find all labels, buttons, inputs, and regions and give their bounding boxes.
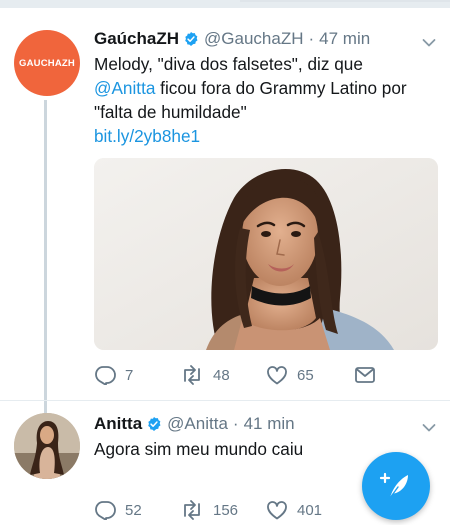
tweet-actions: 52 156 401 bbox=[94, 499, 322, 521]
reply-count: 7 bbox=[125, 366, 134, 384]
anitta-avatar-photo bbox=[14, 413, 80, 479]
meta-separator: · bbox=[232, 414, 239, 433]
tweet-timestamp[interactable]: 47 min bbox=[319, 29, 370, 49]
reply-icon bbox=[95, 501, 116, 520]
verified-badge-icon bbox=[148, 417, 161, 431]
retweet-icon bbox=[184, 365, 200, 385]
retweet-count: 48 bbox=[213, 366, 230, 384]
author-name[interactable]: GaúchaZH bbox=[94, 29, 179, 49]
like-icon bbox=[267, 366, 287, 385]
retweet-button[interactable]: 156 bbox=[180, 500, 266, 520]
direct-message-icon bbox=[355, 367, 375, 383]
author-handle[interactable]: @Anitta bbox=[167, 414, 228, 434]
like-icon bbox=[267, 501, 287, 520]
tweet-url-link[interactable]: bit.ly/2yb8he1 bbox=[94, 124, 439, 148]
compose-tweet-button[interactable] bbox=[362, 452, 430, 520]
author-handle[interactable]: @GauchaZH bbox=[204, 29, 303, 49]
anitta-avatar[interactable] bbox=[14, 413, 80, 479]
tweet-actions: 7 48 65 bbox=[94, 364, 376, 386]
gauchazh-avatar[interactable]: GAUCHAZH bbox=[14, 30, 80, 96]
tweet-text-line: Melody, "diva dos falsetes", diz que bbox=[94, 54, 363, 74]
like-count: 401 bbox=[297, 501, 323, 519]
retweet-count: 156 bbox=[213, 501, 239, 519]
reply-button[interactable]: 52 bbox=[94, 500, 180, 520]
like-button[interactable]: 65 bbox=[266, 365, 354, 385]
direct-message-button[interactable] bbox=[354, 366, 376, 384]
tweet-text: Melody, "diva dos falsetes", diz que @An… bbox=[94, 52, 439, 148]
retweet-button[interactable]: 48 bbox=[180, 365, 266, 385]
author-name[interactable]: Anitta bbox=[94, 414, 142, 434]
verified-badge-icon bbox=[185, 32, 198, 46]
tweet-photo[interactable] bbox=[94, 158, 438, 350]
tweet-divider bbox=[0, 400, 450, 401]
tweet-header: GaúchaZH @GauchaZH · 47 min bbox=[94, 28, 370, 50]
tweet-text-fragment: ficou fora do Grammy Latino por bbox=[155, 78, 407, 98]
gauchazh-avatar-logo: GAUCHAZH bbox=[19, 57, 75, 69]
top-edge bbox=[0, 0, 450, 8]
compose-tweet-icon bbox=[379, 472, 408, 499]
reply-icon bbox=[95, 366, 116, 385]
tweet-text-line: "falta de humildade" bbox=[94, 102, 247, 122]
retweet-icon bbox=[184, 500, 200, 520]
like-count: 65 bbox=[297, 366, 314, 384]
top-edge-divider bbox=[240, 0, 450, 2]
photo-portrait-image bbox=[94, 158, 438, 350]
tweet-text-line: @Anitta ficou fora do Grammy Latino por bbox=[94, 76, 439, 100]
chevron-down-icon[interactable] bbox=[422, 423, 436, 433]
tweet-header: Anitta @Anitta · 41 min bbox=[94, 413, 295, 435]
chevron-down-icon[interactable] bbox=[422, 38, 436, 48]
mention-link[interactable]: @Anitta bbox=[94, 78, 155, 98]
thread-connector-line bbox=[44, 100, 47, 418]
reply-button[interactable]: 7 bbox=[94, 365, 180, 385]
reply-count: 52 bbox=[125, 501, 142, 519]
meta-separator: · bbox=[308, 29, 315, 48]
like-button[interactable]: 401 bbox=[266, 500, 322, 520]
tweet-timestamp[interactable]: 41 min bbox=[244, 414, 295, 434]
